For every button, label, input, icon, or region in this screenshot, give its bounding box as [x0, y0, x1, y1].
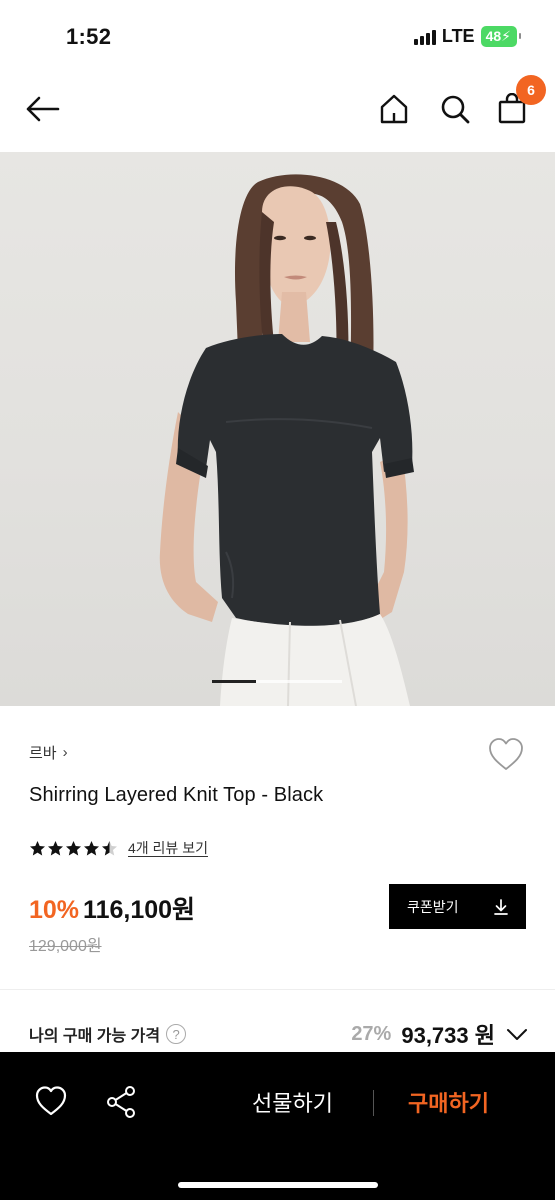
brand-name: 르바 — [29, 745, 57, 762]
bottom-action-bar: 선물하기 구매하기 — [0, 1052, 555, 1200]
my-purchase-price: 93,733 원 — [401, 1023, 495, 1048]
discount-rate: 10% — [29, 896, 80, 924]
star-icon — [84, 840, 99, 855]
star-icon — [30, 840, 45, 855]
status-indicators: LTE 48⚡ — [413, 26, 522, 47]
star-icon — [102, 840, 117, 855]
section-divider — [0, 989, 555, 990]
signal-icon — [413, 29, 436, 45]
chevron-right-icon: › — [62, 744, 68, 761]
coupon-label: 쿠폰받기 — [407, 898, 459, 915]
rating-row: 4개 리뷰 보기 — [29, 838, 208, 858]
my-discount-rate: 27% — [351, 1022, 392, 1045]
buy-button[interactable]: 구매하기 — [408, 1086, 489, 1118]
star-icon — [66, 840, 81, 855]
heart-icon — [35, 1086, 67, 1116]
back-button[interactable] — [22, 89, 62, 129]
top-navigation: 6 — [0, 72, 555, 150]
bottom-bar-separator — [373, 1090, 374, 1116]
my-purchase-price-row[interactable]: 나의 구매 가능 가격 ? 27% 93,733 원 — [29, 1018, 529, 1050]
download-icon — [494, 898, 508, 915]
pager-indicator-active — [212, 680, 256, 683]
search-icon — [441, 95, 470, 124]
search-button[interactable] — [435, 89, 475, 129]
chevron-down-icon[interactable] — [505, 1022, 529, 1046]
status-time: 1:52 — [66, 24, 112, 49]
brand-link[interactable]: 르바 › — [29, 742, 68, 763]
product-title: Shirring Layered Knit Top - Black — [29, 784, 324, 806]
star-rating — [29, 840, 118, 857]
product-photo — [159, 174, 414, 706]
home-button[interactable] — [374, 89, 414, 129]
help-icon[interactable]: ? — [166, 1024, 187, 1044]
wishlist-button[interactable] — [487, 736, 525, 772]
battery-icon: 48⚡ — [480, 26, 522, 47]
cart-count-badge: 6 — [516, 75, 546, 105]
status-bar: 1:52 LTE 48⚡ — [0, 0, 555, 72]
price-row: 10% 116,100원 — [29, 890, 195, 926]
battery-level: 48 — [485, 28, 502, 44]
image-pager — [212, 680, 342, 683]
sale-price: 116,100원 — [83, 896, 196, 924]
star-icon — [48, 840, 63, 855]
product-image[interactable] — [0, 152, 555, 706]
review-link[interactable]: 4개 리뷰 보기 — [128, 838, 208, 858]
coupon-button[interactable]: 쿠폰받기 — [389, 884, 526, 929]
pager-indicator-track — [256, 680, 342, 683]
cart-button[interactable]: 6 — [492, 75, 546, 129]
my-purchase-price-label-group: 나의 구매 가능 가격 ? — [29, 1022, 187, 1046]
gift-button[interactable]: 선물하기 — [252, 1086, 333, 1118]
back-arrow-icon — [26, 96, 60, 122]
bottom-wishlist-button[interactable] — [34, 1084, 68, 1118]
heart-icon — [489, 738, 523, 770]
share-button[interactable] — [104, 1084, 138, 1120]
home-icon — [380, 94, 408, 124]
original-price: 129,000원 — [29, 938, 102, 955]
home-indicator — [178, 1182, 378, 1188]
my-purchase-price-label: 나의 구매 가능 가격 — [29, 1028, 161, 1045]
my-purchase-price-values: 27% 93,733 원 — [351, 1018, 529, 1050]
share-icon — [107, 1086, 135, 1118]
network-label: LTE — [441, 26, 475, 46]
